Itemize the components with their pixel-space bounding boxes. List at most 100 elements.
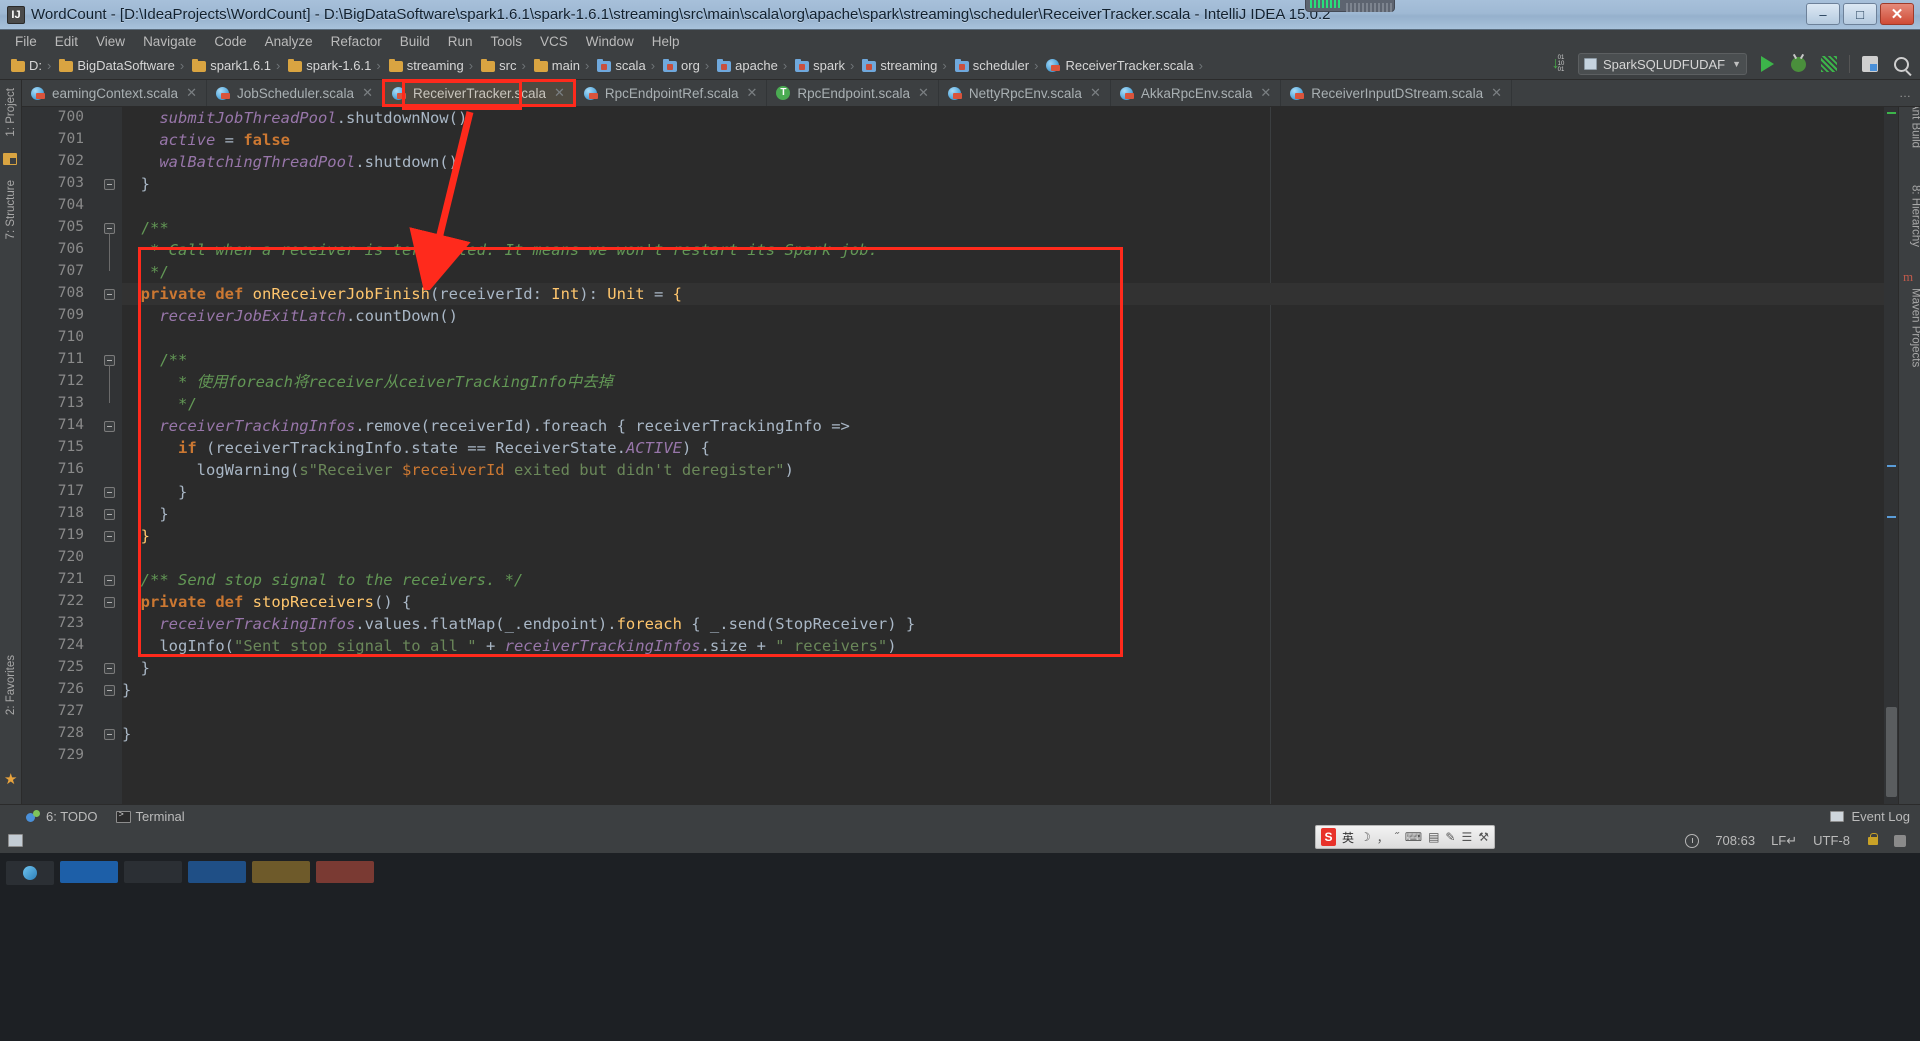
search-everywhere-icon[interactable] xyxy=(1890,53,1912,75)
tool-window-structure[interactable]: 7: Structure xyxy=(5,180,17,239)
file-encoding[interactable]: UTF-8 xyxy=(1813,833,1850,848)
breadcrumb-item-spark1-6-1[interactable]: spark1.6.1 › xyxy=(187,55,283,77)
code-line[interactable]: submitJobThreadPool.shutdownNow() xyxy=(122,107,467,129)
code-line[interactable]: } xyxy=(122,503,168,525)
editor-tab-rpcendpointref-scala[interactable]: RpcEndpointRef.scala ✕ xyxy=(575,80,768,106)
menu-item-analyze[interactable]: Analyze xyxy=(256,32,322,51)
editor-tab-receivertracker-scala[interactable]: ReceiverTracker.scala ✕ xyxy=(381,79,576,107)
line-separator[interactable]: LF↵ xyxy=(1771,833,1797,849)
tool-window-favorites[interactable]: 2: Favorites xyxy=(5,655,17,715)
code-line[interactable]: } xyxy=(122,679,131,701)
code-line[interactable]: */ xyxy=(122,393,197,415)
event-log-button[interactable]: Event Log xyxy=(1830,809,1920,824)
breadcrumb-item-bigdatasoftware[interactable]: BigDataSoftware › xyxy=(54,55,187,77)
breadcrumb-item-main[interactable]: main › xyxy=(529,55,593,77)
breadcrumb-item-streaming[interactable]: streaming › xyxy=(857,55,949,77)
minimize-button[interactable]: – xyxy=(1806,3,1840,25)
tool-window-hierarchy[interactable]: 8: Hierarchy xyxy=(1910,185,1920,247)
menu-item-code[interactable]: Code xyxy=(205,32,255,51)
code-line[interactable]: * Call when a receiver is terminated. It… xyxy=(122,239,878,261)
code-line[interactable]: private def stopReceivers() { xyxy=(122,591,412,613)
close-icon[interactable]: ✕ xyxy=(362,85,373,101)
menu-item-navigate[interactable]: Navigate xyxy=(134,32,205,51)
ime-comma-icon[interactable]: ， xyxy=(1377,829,1389,846)
code-line[interactable]: receiverJobExitLatch.countDown() xyxy=(122,305,458,327)
code-line[interactable]: active = false xyxy=(122,129,290,151)
code-fold-toggle[interactable] xyxy=(104,575,115,586)
menu-item-vcs[interactable]: VCS xyxy=(531,32,577,51)
tool-window-project[interactable]: 1: Project xyxy=(5,88,17,137)
code-line[interactable]: } xyxy=(122,723,131,745)
editor-scrollbar-thumb[interactable] xyxy=(1886,707,1897,797)
code-line[interactable]: receiverTrackingInfos.values.flatMap(_.e… xyxy=(122,613,915,635)
taskbar-item-1[interactable] xyxy=(60,861,118,883)
menu-item-help[interactable]: Help xyxy=(643,32,689,51)
code-fold-toggle[interactable] xyxy=(104,179,115,190)
close-icon[interactable]: ✕ xyxy=(554,85,565,101)
code-line[interactable]: /** xyxy=(122,217,169,239)
run-icon[interactable] xyxy=(1756,53,1778,75)
run-with-coverage-icon[interactable] xyxy=(1818,53,1840,75)
editor-tab-eamingcontext-scala[interactable]: eamingContext.scala ✕ xyxy=(22,80,207,106)
close-button[interactable]: ✕ xyxy=(1880,3,1914,25)
code-line[interactable]: receiverTrackingInfos.remove(receiverId)… xyxy=(122,415,850,437)
vcs-icon[interactable] xyxy=(1894,834,1906,847)
code-line[interactable]: /** Send stop signal to the receivers. *… xyxy=(122,569,524,591)
close-icon[interactable]: ✕ xyxy=(918,85,929,101)
code-line[interactable]: } xyxy=(122,173,150,195)
lock-icon[interactable] xyxy=(1868,832,1878,845)
code-fold-toggle[interactable] xyxy=(104,729,115,740)
ime-toolbar[interactable]: S 英 ☽ ， ˝ ⌨ ▤ ✎ ☰ ⚒ xyxy=(1315,825,1495,849)
taskbar-item-2[interactable] xyxy=(124,861,182,883)
code-fold-toggle[interactable] xyxy=(104,663,115,674)
ime-moon-icon[interactable]: ☽ xyxy=(1360,830,1371,844)
ime-language[interactable]: 英 xyxy=(1342,829,1354,846)
debug-icon[interactable] xyxy=(1787,53,1809,75)
maximize-button[interactable]: □ xyxy=(1843,3,1877,25)
caret-position[interactable]: 708:63 xyxy=(1715,833,1755,848)
close-icon[interactable]: ✕ xyxy=(1260,85,1271,101)
taskbar-item-3[interactable] xyxy=(188,861,246,883)
breadcrumb-item-streaming[interactable]: streaming › xyxy=(384,55,476,77)
menu-item-refactor[interactable]: Refactor xyxy=(322,32,391,51)
code-line[interactable]: * 使用foreach将receiver从ceiverTrackingInfo中… xyxy=(122,371,613,393)
close-icon[interactable]: ✕ xyxy=(1491,85,1502,101)
editor-tab-jobscheduler-scala[interactable]: JobScheduler.scala ✕ xyxy=(207,80,383,106)
sort-lines-icon[interactable]: ↓ 01 10 01 xyxy=(1547,53,1569,75)
ime-quote-icon[interactable]: ˝ xyxy=(1395,830,1399,844)
editor-tab-nettyrpcenv-scala[interactable]: NettyRpcEnv.scala ✕ xyxy=(939,80,1111,106)
code-fold-toggle[interactable] xyxy=(104,685,115,696)
code-fold-toggle[interactable] xyxy=(104,509,115,520)
code-content[interactable]: submitJobThreadPool.shutdownNow() active… xyxy=(122,107,1898,804)
editor-tab-rpcendpoint-scala[interactable]: RpcEndpoint.scala ✕ xyxy=(767,80,939,106)
tool-window-maven-projects[interactable]: Maven Projects xyxy=(1910,288,1920,367)
breadcrumb-item-scheduler[interactable]: scheduler › xyxy=(950,55,1042,77)
breadcrumb-item-spark[interactable]: spark › xyxy=(790,55,857,77)
close-icon[interactable]: ✕ xyxy=(747,85,758,101)
line-number-gutter[interactable]: 700 701 702 703 704 705 706 707 708 709 710 711 712 7… xyxy=(22,107,122,804)
tool-window-ant-build[interactable]: Ant Build xyxy=(1910,102,1920,148)
code-fold-toggle[interactable] xyxy=(104,289,115,300)
code-line[interactable]: } xyxy=(122,525,150,547)
breadcrumb-item-apache[interactable]: apache › xyxy=(712,55,790,77)
menu-item-window[interactable]: Window xyxy=(577,32,643,51)
ime-box-icon[interactable]: ▤ xyxy=(1428,830,1439,844)
breadcrumb-item-src[interactable]: src › xyxy=(476,55,529,77)
menu-item-view[interactable]: View xyxy=(87,32,134,51)
tab-overflow-icon[interactable]: … xyxy=(1899,86,1912,100)
code-fold-toggle[interactable] xyxy=(104,487,115,498)
ime-settings-icon[interactable]: ⚒ xyxy=(1478,830,1489,844)
code-line[interactable]: } xyxy=(122,657,150,679)
menu-item-edit[interactable]: Edit xyxy=(46,32,87,51)
editor-tab-akkarpcenv-scala[interactable]: AkkaRpcEnv.scala ✕ xyxy=(1111,80,1282,106)
toggle-tool-windows-icon[interactable] xyxy=(8,834,23,847)
menu-item-run[interactable]: Run xyxy=(439,32,482,51)
code-fold-toggle[interactable] xyxy=(104,421,115,432)
code-line[interactable]: */ xyxy=(122,261,169,283)
ime-keyboard-icon[interactable]: ⌨ xyxy=(1405,830,1422,844)
background-tasks-icon[interactable] xyxy=(1685,833,1700,848)
sogou-ime-icon[interactable]: S xyxy=(1321,828,1336,846)
start-button[interactable] xyxy=(6,861,54,885)
breadcrumb-item-receivertracker-scala[interactable]: ReceiverTracker.scala › xyxy=(1041,55,1205,77)
breadcrumb-item-spark-1-6-1[interactable]: spark-1.6.1 › xyxy=(283,55,383,77)
